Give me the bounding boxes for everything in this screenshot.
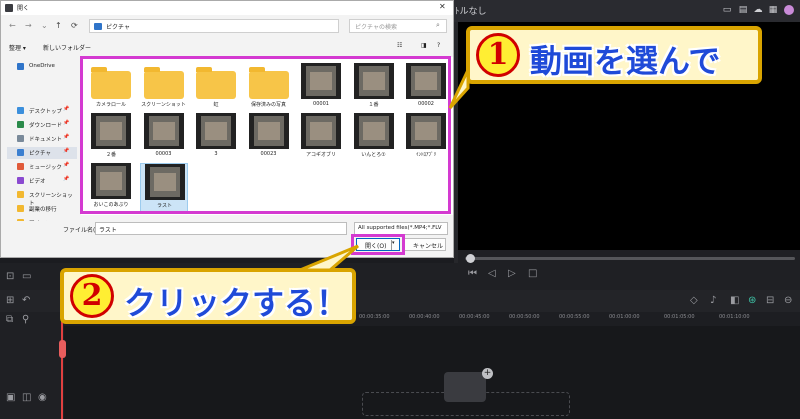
callout-pointers xyxy=(299,69,470,272)
pointer-step1 xyxy=(448,69,470,110)
pointer-step2 xyxy=(299,244,359,272)
